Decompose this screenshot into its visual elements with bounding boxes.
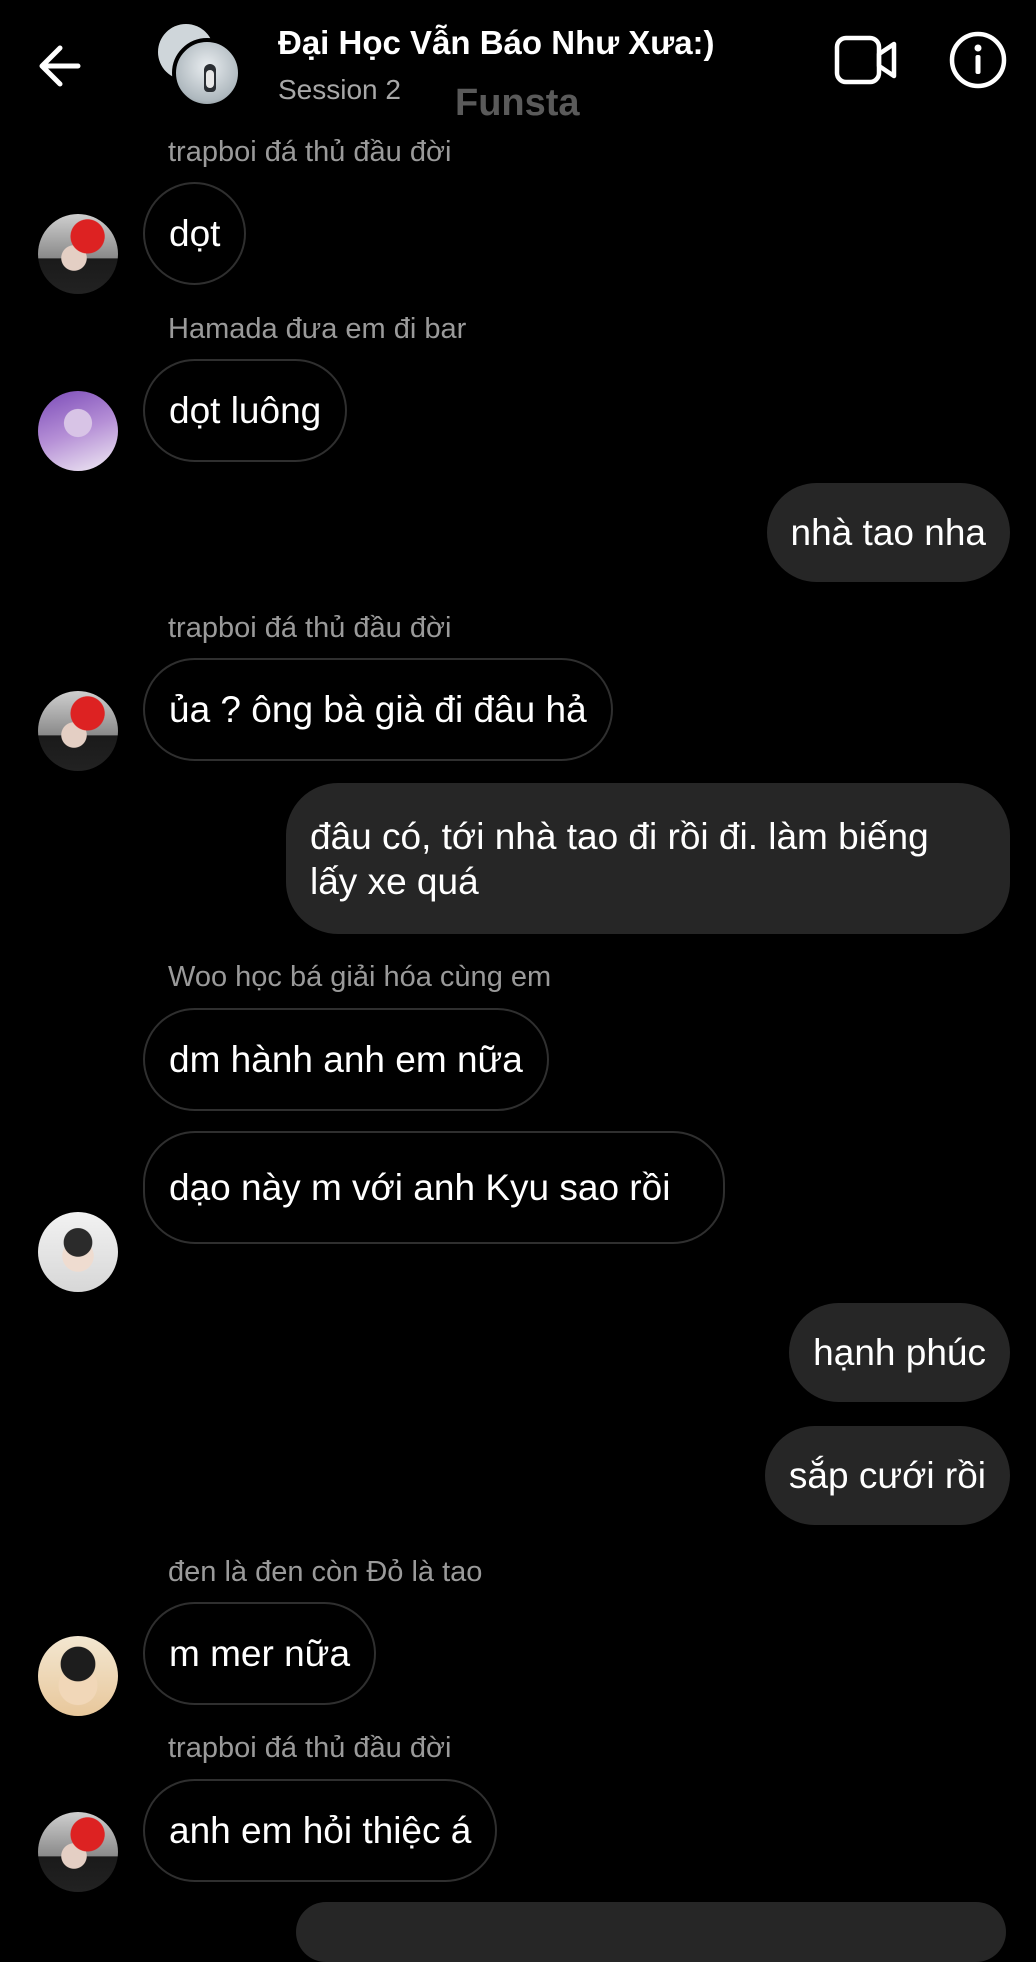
avatar[interactable] [38, 1636, 118, 1716]
message-bubble[interactable]: anh em hỏi thiệc á [143, 1779, 498, 1882]
message-sender: trapboi đá thủ đầu đời [168, 1732, 452, 1764]
message-bubble[interactable]: m mer nữa [143, 1602, 377, 1705]
avatar[interactable] [38, 214, 118, 294]
message-bubble[interactable]: ủa ? ông bà già đi đâu hả [143, 658, 613, 761]
message-bubble[interactable]: dọt luông [143, 359, 348, 462]
chat-title[interactable]: Đại Học Vẫn Báo Như Xưa:) [278, 24, 715, 62]
message-bubble-outgoing-partial[interactable] [296, 1902, 1006, 1962]
avatar[interactable] [38, 1812, 118, 1892]
message-sender: Hamada đưa em đi bar [168, 313, 467, 345]
arrow-left-icon [39, 45, 81, 87]
group-avatar[interactable] [158, 24, 242, 108]
message-sender: đen là đen còn Đỏ là tao [168, 1556, 483, 1588]
avatar[interactable] [38, 1212, 118, 1292]
avatar[interactable] [38, 691, 118, 771]
message-bubble-outgoing[interactable]: nhà tao nha [766, 483, 1010, 582]
message-bubble[interactable]: dạo này m với anh Kyu sao rồi [143, 1131, 725, 1244]
avatar[interactable] [38, 391, 118, 471]
info-icon [949, 31, 1007, 89]
group-avatar-front [172, 38, 242, 108]
video-camera-icon [834, 35, 897, 85]
message-bubble-outgoing[interactable]: hạnh phúc [789, 1303, 1010, 1402]
message-sender: trapboi đá thủ đầu đời [168, 136, 452, 168]
chat-subtitle: Session 2 [278, 74, 401, 105]
message-bubble-outgoing[interactable]: sắp cưới rồi [764, 1426, 1010, 1525]
back-button[interactable] [30, 34, 94, 98]
info-button[interactable] [948, 30, 1008, 90]
message-sender: trapboi đá thủ đầu đời [168, 612, 452, 644]
message-bubble-outgoing[interactable]: đâu có, tới nhà tao đi rồi đi. làm biếng… [286, 783, 1010, 934]
watermark: Funsta [455, 82, 580, 124]
message-bubble[interactable]: dọt [143, 182, 247, 285]
message-bubble[interactable]: dm hành anh em nữa [143, 1008, 549, 1111]
video-call-button[interactable] [834, 32, 898, 88]
message-sender: Woo học bá giải hóa cùng em [168, 961, 552, 993]
